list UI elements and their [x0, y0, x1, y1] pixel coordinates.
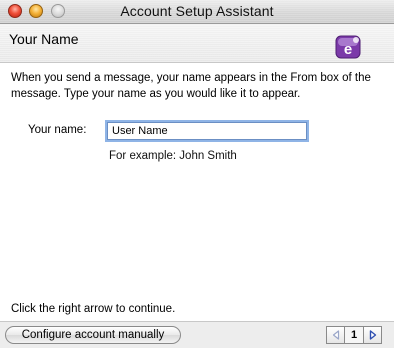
page-title: Your Name: [9, 31, 79, 47]
title-bar[interactable]: Account Setup Assistant: [0, 0, 394, 24]
window-title: Account Setup Assistant: [120, 3, 274, 19]
configure-account-manually-button[interactable]: Configure account manually: [5, 326, 181, 344]
example-text: For example: John Smith: [109, 150, 237, 162]
account-setup-window: Account Setup Assistant Your Name e When…: [0, 0, 394, 348]
continue-hint: Click the right arrow to continue.: [11, 303, 176, 315]
page-number: 1: [350, 329, 358, 341]
your-name-label: Your name:: [28, 124, 87, 136]
intro-text: When you send a message, your name appea…: [11, 72, 371, 100]
entourage-app-icon: e: [335, 35, 361, 59]
svg-text:e: e: [344, 41, 352, 58]
page-navigation: 1: [326, 326, 382, 344]
next-page-button[interactable]: [363, 327, 381, 343]
right-arrow-icon: [369, 330, 376, 340]
your-name-input[interactable]: [107, 122, 307, 140]
left-arrow-icon: [332, 330, 339, 340]
previous-page-button[interactable]: [327, 327, 345, 343]
